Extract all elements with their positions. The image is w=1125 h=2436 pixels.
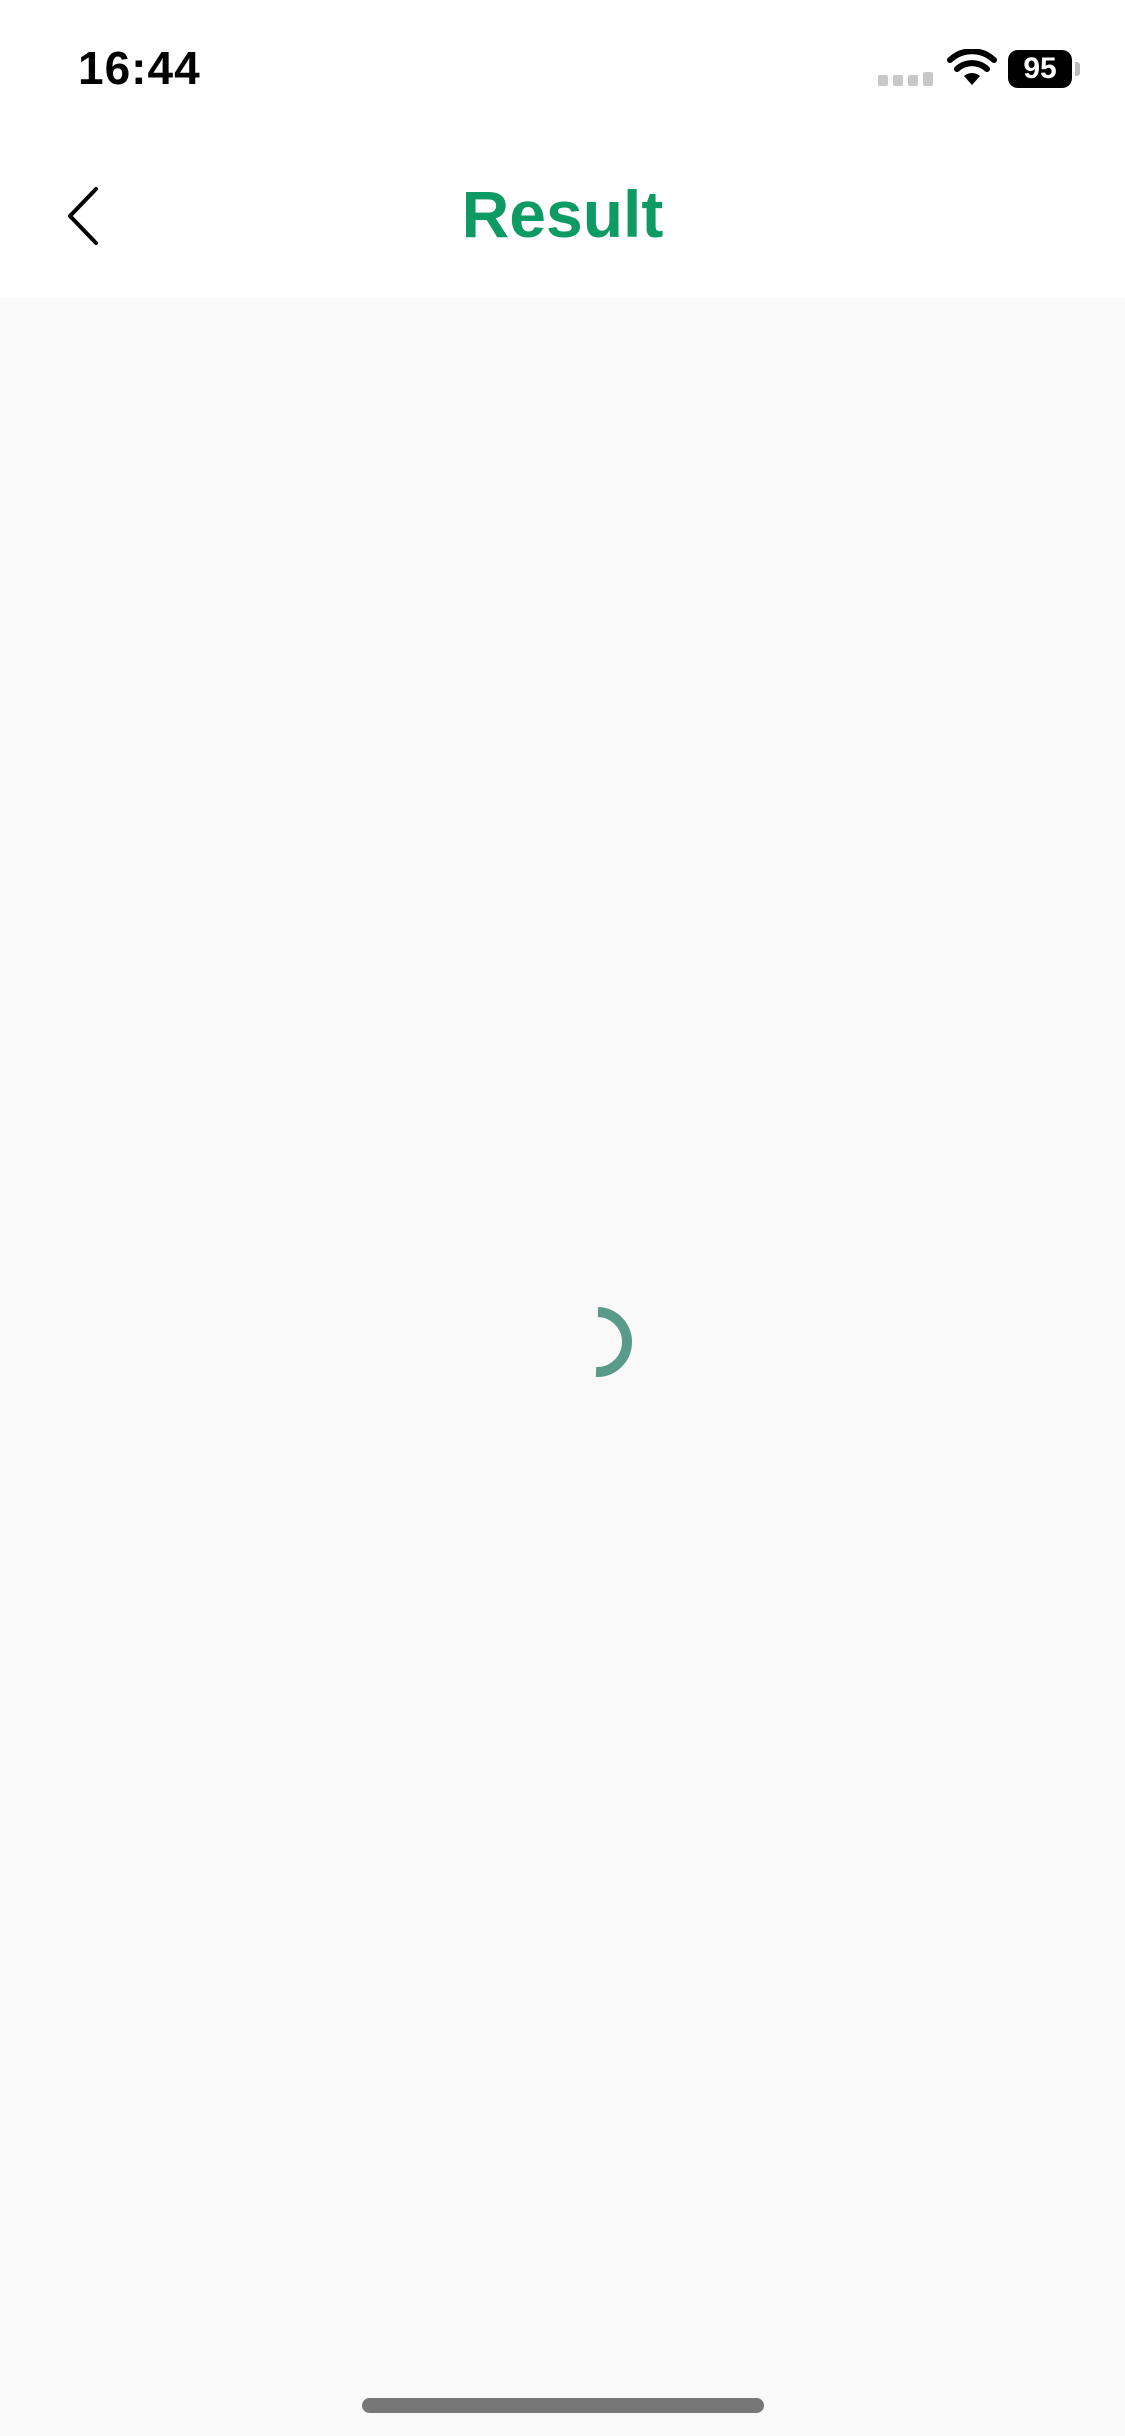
status-bar: 16:44 95: [0, 0, 1125, 130]
cellular-signal-icon: [878, 72, 933, 86]
battery-level: 95: [1023, 52, 1057, 85]
home-indicator[interactable]: [362, 2398, 764, 2413]
wifi-icon: [947, 49, 997, 85]
battery-icon: 95: [1008, 50, 1082, 88]
result-screen: 16:44 95 Result: [0, 0, 1125, 2436]
content-area: [0, 298, 1125, 2436]
status-time: 16:44: [78, 42, 201, 94]
nav-header: Result: [0, 130, 1125, 298]
page-title: Result: [461, 177, 664, 251]
battery-tip: [1075, 62, 1080, 76]
loading-spinner-icon: [595, 1307, 632, 1378]
